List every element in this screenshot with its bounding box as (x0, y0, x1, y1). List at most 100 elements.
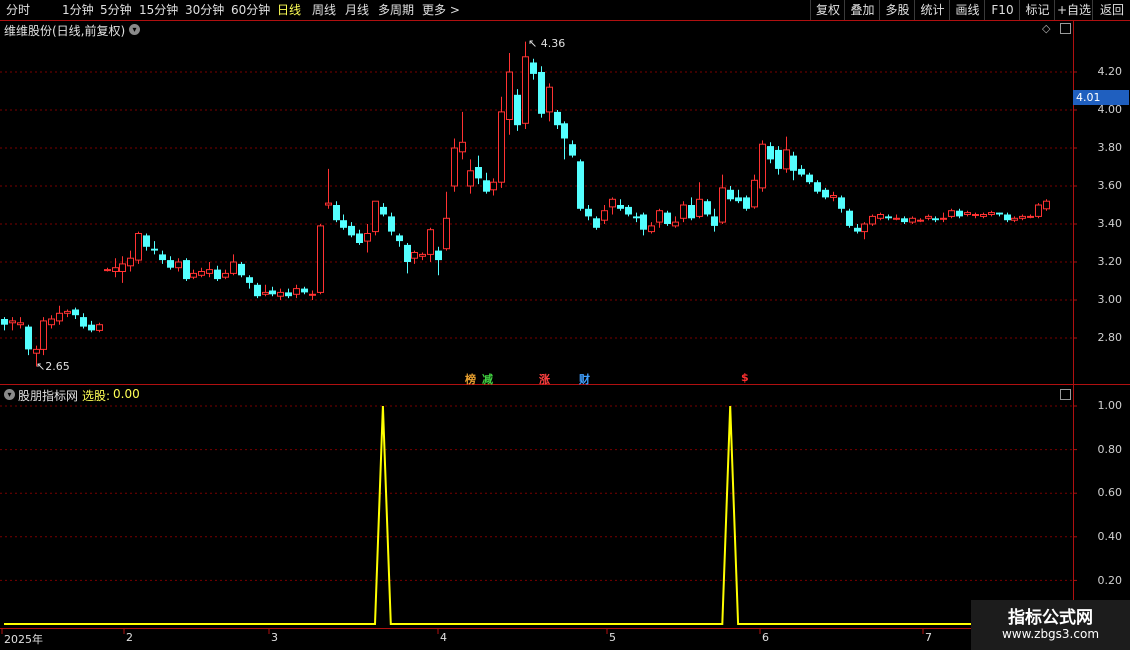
candle-body-down (333, 205, 340, 221)
candle-body-down (246, 277, 253, 283)
candle-body-up (506, 71, 513, 120)
candle-body-up (364, 233, 371, 242)
candle-body-up (135, 233, 142, 261)
candle-body-down (727, 189, 734, 200)
candle-body-up (869, 215, 876, 225)
candle-body-down (435, 250, 442, 261)
candle-body-down (593, 218, 600, 228)
candle-body-down (775, 149, 782, 169)
candle-body-up (317, 225, 324, 293)
candle-body-up (672, 221, 679, 227)
candle-body-down (814, 182, 821, 192)
candle-body-down (688, 205, 695, 219)
candle-body-up (372, 200, 379, 233)
candle-body-up (277, 291, 284, 297)
candle-body-up (198, 271, 205, 276)
watermark: 指标公式网 www.zbgs3.com (971, 600, 1130, 650)
candle-body-up (546, 86, 553, 113)
candle-body-up (680, 204, 687, 219)
candle-body-down (1, 319, 8, 325)
candle-body-down (625, 206, 632, 215)
candle-body-up (909, 217, 916, 223)
candle-body-up (1019, 215, 1026, 219)
candle-body-down (167, 260, 174, 268)
candle-body-up (1043, 200, 1050, 210)
candle-body-down (846, 210, 853, 226)
candle-body-down (348, 225, 355, 236)
candle-body-down (996, 212, 1003, 215)
candle-body-down (388, 216, 395, 232)
candle-body-down (822, 189, 829, 198)
candle-body-up (1011, 217, 1018, 221)
candle-body-down (932, 218, 939, 221)
candle-body-up (419, 253, 426, 257)
candle-body-up (917, 219, 924, 222)
candle-body-down (183, 260, 190, 280)
candle-body-down (561, 123, 568, 139)
candle-body-up (988, 212, 995, 216)
candle-body-up (1027, 215, 1034, 218)
candle-body-down (956, 210, 963, 217)
candle-body-down (340, 220, 347, 228)
candle-body-up (893, 217, 900, 220)
candle-body-down (301, 288, 308, 293)
candle-body-down (577, 161, 584, 209)
candle-body-up (940, 217, 947, 220)
candle-body-down (585, 208, 592, 217)
candle-body-up (175, 261, 182, 269)
candle-body-down (475, 167, 482, 179)
candle-body-up (119, 263, 126, 272)
candle-body-up (648, 225, 655, 233)
candle-body-up (40, 320, 47, 350)
candle-body-down (530, 62, 537, 74)
candle-body-down (554, 111, 561, 126)
candle-body-down (269, 290, 276, 295)
candle-body-down (254, 284, 261, 297)
candle-body-down (743, 197, 750, 209)
candle-body-up (498, 111, 505, 183)
candle-body-up (443, 217, 450, 250)
indicator-line (4, 405, 1073, 625)
kline-chart[interactable] (0, 0, 1130, 650)
candle-body-up (1035, 204, 1042, 217)
candle-body-down (854, 227, 861, 232)
candle-body-up (964, 212, 971, 216)
candle-body-down (483, 180, 490, 192)
candle-body-up (9, 320, 16, 324)
candle-body-up (33, 348, 40, 354)
candle-body-up (783, 149, 790, 170)
candle-body-up (64, 310, 71, 314)
candle-body-up (972, 214, 979, 216)
candle-body-up (127, 257, 134, 267)
candle-body-up (451, 147, 458, 187)
candle-body-up (230, 261, 237, 274)
candle-body-up (459, 141, 466, 153)
candle-body-up (759, 143, 766, 189)
candle-body-up (490, 181, 497, 191)
candle-body-down (640, 214, 647, 230)
candle-body-up (861, 223, 868, 233)
candle-body-down (214, 269, 221, 280)
candle-body-down (151, 248, 158, 251)
candle-body-up (601, 210, 608, 221)
candle-body-down (617, 205, 624, 209)
candle-body-down (285, 292, 292, 297)
candle-body-down (901, 218, 908, 223)
candle-body-down (704, 201, 711, 215)
candle-body-down (25, 326, 32, 350)
candle-body-up (190, 272, 197, 278)
candle-body-up (309, 293, 316, 296)
candle-body-down (238, 263, 245, 276)
candle-body-down (514, 94, 521, 126)
candle-body-down (72, 309, 79, 316)
candle-body-up (656, 210, 663, 223)
candle-body-down (396, 235, 403, 242)
watermark-title: 指标公式网 (1008, 608, 1093, 628)
candle-body-up (17, 322, 24, 326)
candle-body-down (159, 254, 166, 261)
candle-body-down (806, 174, 813, 183)
candle-body-up (980, 214, 987, 217)
candle-body-down (404, 244, 411, 262)
candle-body-down (633, 216, 640, 219)
candle-body-up (751, 179, 758, 208)
